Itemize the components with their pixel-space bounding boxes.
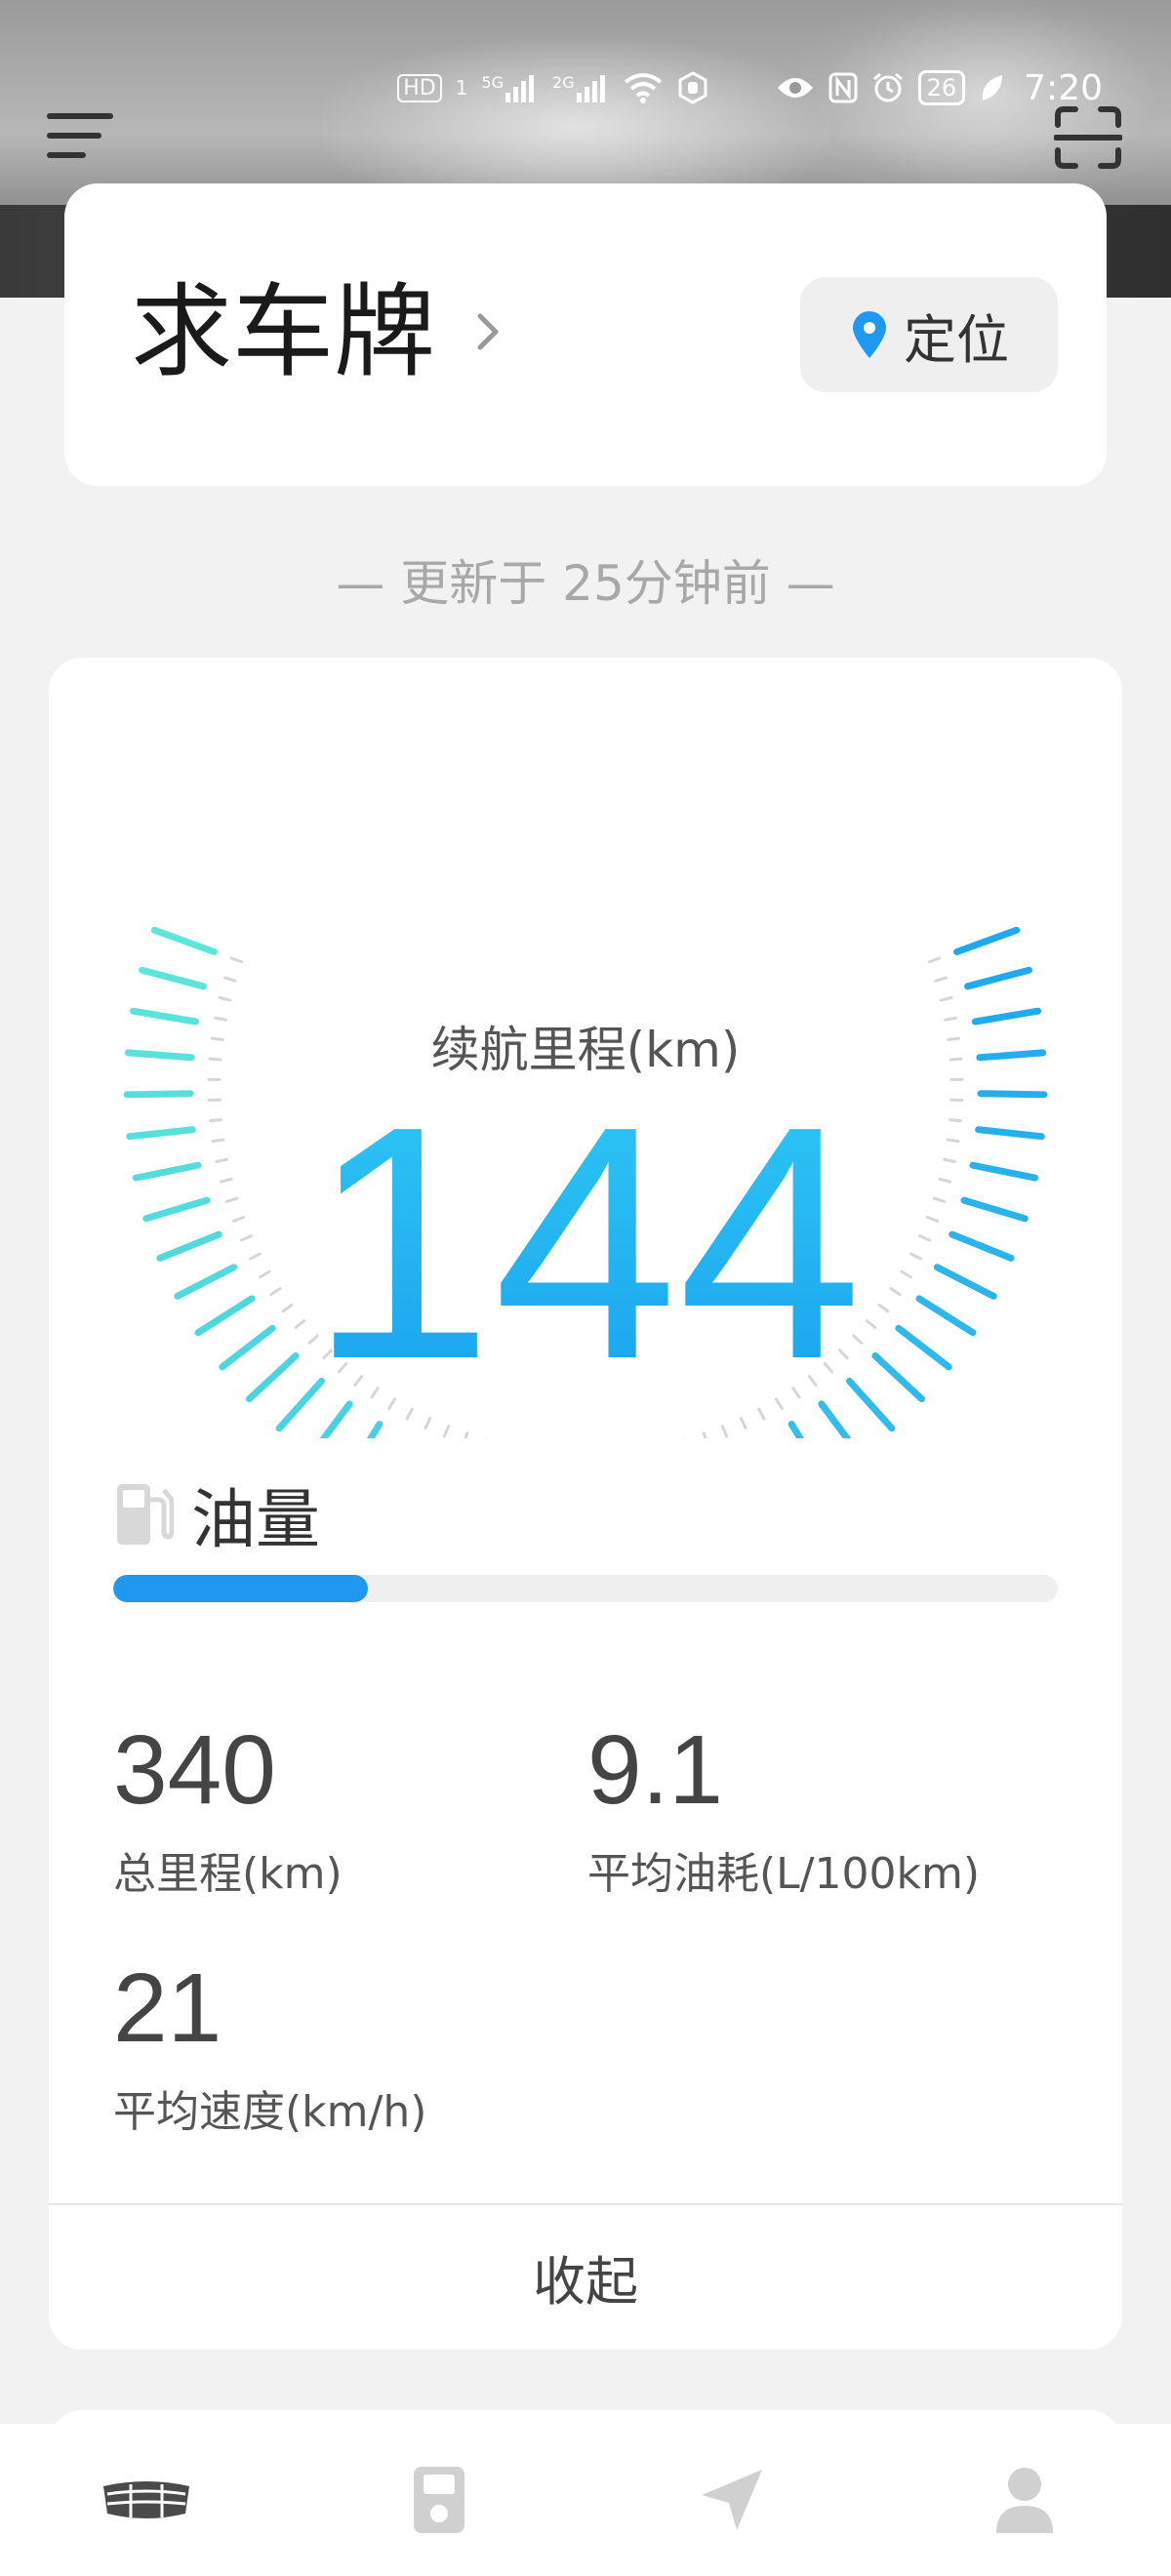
fuel-level-fill: [113, 1575, 369, 1602]
signal-bars-icon: [505, 75, 535, 102]
stat-label: 平均速度(km/h): [113, 2087, 427, 2137]
menu-line: [47, 152, 86, 158]
locate-label: 定位: [904, 308, 1009, 371]
gauge-minor-tick: [464, 1431, 469, 1438]
car-brand-icon: [103, 2481, 189, 2518]
hd-icon: HD: [397, 73, 442, 102]
range-value: 144: [49, 1077, 1122, 1409]
gauge-major-tick: [953, 926, 1021, 955]
stat-avg-speed: 21 平均速度(km/h): [113, 1959, 426, 2139]
nav-tab-device[interactable]: [342, 2441, 537, 2558]
scan-icon[interactable]: [1054, 105, 1122, 170]
stat-avg-fuel: 9.1 平均油耗(L/100km): [587, 1721, 980, 1901]
status-bar: HD 1 5G 2G 26 7:20: [397, 64, 1103, 111]
gauge-minor-tick: [229, 956, 244, 964]
locate-button[interactable]: 定位: [800, 277, 1058, 392]
fuel-row: 油量: [113, 1468, 320, 1561]
stat-label: 总里程(km): [113, 1849, 343, 1899]
plate-title[interactable]: 求车牌: [131, 281, 435, 382]
fuel-label: 油量: [191, 1482, 320, 1557]
gauge-major-tick: [150, 926, 218, 955]
gauge-minor-tick: [939, 995, 953, 1002]
fuel-pump-icon: [117, 1484, 174, 1545]
bottom-nav: [0, 2424, 1171, 2576]
device-icon: [414, 2467, 464, 2533]
gauge-major-tick: [139, 966, 207, 990]
wifi-icon: [624, 73, 662, 103]
leaf-icon: [982, 75, 1003, 101]
fuel-level-bar: [113, 1575, 1058, 1602]
vehicle-card: 求车牌 定位: [64, 183, 1107, 486]
signal-bars-icon: [576, 75, 605, 102]
stat-label: 平均油耗(L/100km): [587, 1849, 980, 1899]
signal-5g-icon: 5G: [481, 73, 539, 102]
chevron-right-icon[interactable]: [459, 302, 517, 361]
nfc-icon: [828, 72, 858, 103]
gauge-minor-tick: [223, 976, 237, 983]
dashboard-card: 续航里程(km) 144 油量 340 总里程(km) 9.1 平均油耗(L/1…: [49, 658, 1122, 2350]
stat-value: 9.1: [587, 1715, 724, 1825]
nav-tab-navigation[interactable]: [634, 2441, 829, 2558]
stat-total-mileage: 340 总里程(km): [113, 1721, 343, 1901]
gauge-minor-tick: [702, 1431, 707, 1438]
gauge-minor-tick: [218, 995, 232, 1002]
menu-line: [47, 133, 101, 139]
stat-value: 21: [113, 1953, 222, 2063]
user-icon: [996, 2468, 1053, 2533]
sim1-icon: 1: [455, 76, 468, 100]
navigation-arrow-icon: [702, 2470, 762, 2530]
gauge-major-tick: [964, 966, 1032, 990]
network-type-label: 2G: [552, 73, 575, 92]
clock-time: 7:20: [1024, 67, 1103, 108]
hamburger-menu-icon[interactable]: [47, 109, 115, 164]
hand-shield-icon: [678, 71, 707, 104]
gauge-minor-tick: [927, 956, 942, 964]
nav-tab-profile[interactable]: [927, 2441, 1122, 2558]
menu-line: [47, 113, 113, 119]
battery-indicator: 26: [917, 70, 966, 105]
stat-value: 340: [113, 1715, 276, 1825]
nav-tab-home[interactable]: [49, 2441, 244, 2558]
update-timestamp: — 更新于 25分钟前 —: [336, 555, 835, 612]
alarm-icon: [872, 72, 903, 102]
signal-2g-icon: 2G: [552, 73, 610, 102]
eye-icon: [777, 78, 813, 98]
collapse-button[interactable]: 收起: [49, 2205, 1122, 2348]
gauge-minor-tick: [934, 976, 948, 983]
network-type-label: 5G: [481, 73, 505, 92]
location-pin-icon: [853, 311, 886, 358]
